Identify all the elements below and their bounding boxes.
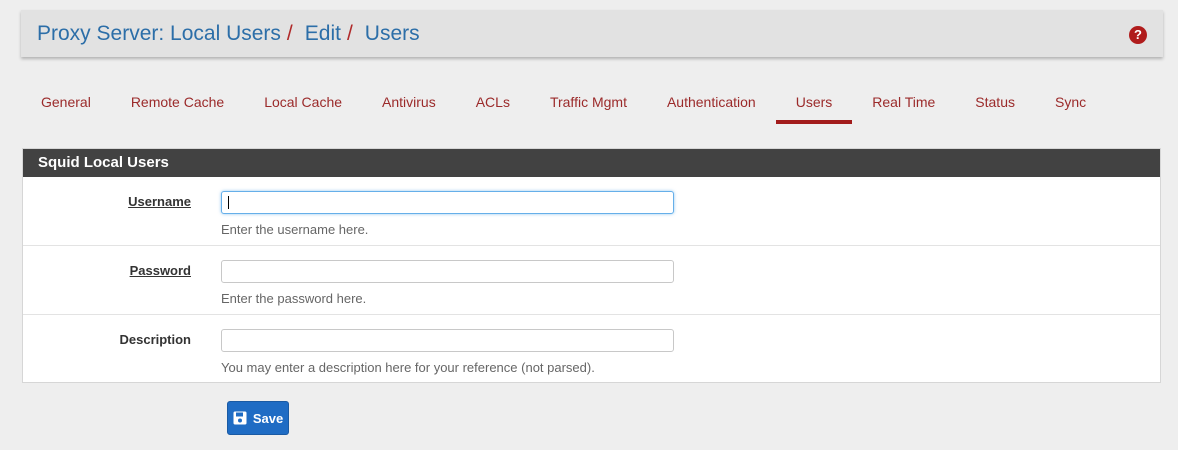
tab-authentication[interactable]: Authentication <box>647 86 776 124</box>
tab-users[interactable]: Users <box>775 86 853 124</box>
tab-bar: General Remote Cache Local Cache Antivir… <box>21 86 1106 128</box>
description-label: Description <box>119 332 191 347</box>
tab-traffic-mgmt[interactable]: Traffic Mgmt <box>530 86 647 124</box>
username-row: Username Enter the username here. <box>23 177 1160 246</box>
floppy-disk-icon <box>233 411 247 425</box>
description-help: You may enter a description here for you… <box>221 360 595 375</box>
breadcrumb: Proxy Server: Local Users / Edit / Users… <box>21 10 1163 57</box>
tab-acls[interactable]: ACLs <box>456 86 530 124</box>
tab-general[interactable]: General <box>21 86 111 124</box>
breadcrumb-proxy-server[interactable]: Proxy Server: Local Users <box>37 22 281 46</box>
description-row: Description You may enter a description … <box>23 315 1160 384</box>
squid-local-users-panel: Squid Local Users Username Enter the use… <box>22 148 1161 383</box>
save-button[interactable]: Save <box>227 401 289 435</box>
breadcrumb-users[interactable]: Users <box>365 22 420 46</box>
text-cursor <box>228 196 229 209</box>
username-help: Enter the username here. <box>221 222 369 237</box>
tab-status[interactable]: Status <box>955 86 1035 124</box>
password-label: Password <box>129 263 191 278</box>
tab-sync[interactable]: Sync <box>1035 86 1106 124</box>
breadcrumb-edit[interactable]: Edit <box>305 22 341 46</box>
tab-remote-cache[interactable]: Remote Cache <box>111 86 244 124</box>
description-input[interactable] <box>221 329 674 352</box>
panel-title: Squid Local Users <box>23 149 1160 177</box>
password-input[interactable] <box>221 260 674 283</box>
password-row: Password Enter the password here. <box>23 246 1160 315</box>
password-help: Enter the password here. <box>221 291 367 306</box>
breadcrumb-separator: / <box>346 21 353 45</box>
tab-local-cache[interactable]: Local Cache <box>244 86 362 124</box>
tab-real-time[interactable]: Real Time <box>852 86 955 124</box>
question-circle-icon[interactable]: ? <box>1129 26 1147 44</box>
username-input[interactable] <box>221 191 674 214</box>
username-label: Username <box>128 194 191 209</box>
breadcrumb-separator: / <box>286 21 293 45</box>
save-label: Save <box>252 410 284 426</box>
tab-antivirus[interactable]: Antivirus <box>362 86 456 124</box>
